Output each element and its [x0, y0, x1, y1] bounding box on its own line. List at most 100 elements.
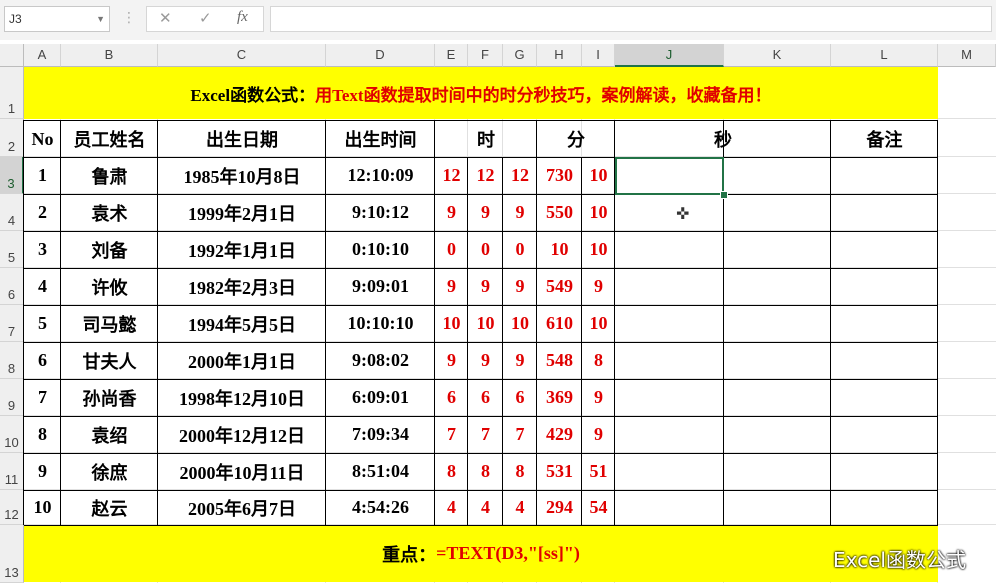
table-cell-k[interactable] — [724, 416, 831, 453]
table-cell-h[interactable]: 10 — [537, 231, 582, 268]
table-cell-j[interactable] — [615, 305, 724, 342]
table-cell-no[interactable]: 8 — [24, 416, 61, 453]
table-cell-i[interactable]: 8 — [582, 342, 615, 379]
column-header-c[interactable]: C — [158, 44, 326, 67]
table-cell-l[interactable] — [831, 157, 938, 194]
row-header-4[interactable]: 4 — [0, 194, 24, 231]
table-cell-f[interactable]: 6 — [468, 379, 503, 416]
column-header-m[interactable]: M — [938, 44, 996, 67]
table-cell-i[interactable]: 10 — [582, 231, 615, 268]
table-cell-e[interactable]: 9 — [435, 194, 468, 231]
table-cell-j[interactable] — [615, 490, 724, 525]
table-cell-name[interactable]: 刘备 — [61, 231, 158, 268]
table-cell-f[interactable]: 9 — [468, 268, 503, 305]
table-cell-l[interactable] — [831, 194, 938, 231]
table-cell-name[interactable]: 袁绍 — [61, 416, 158, 453]
table-cell-k[interactable] — [724, 268, 831, 305]
column-header-e[interactable]: E — [435, 44, 468, 67]
table-cell-i[interactable]: 54 — [582, 490, 615, 525]
table-cell-l[interactable] — [831, 268, 938, 305]
header-no[interactable]: No — [24, 121, 61, 157]
table-cell-h[interactable]: 610 — [537, 305, 582, 342]
table-cell-h[interactable]: 531 — [537, 453, 582, 490]
table-cell-i[interactable]: 9 — [582, 416, 615, 453]
table-cell-no[interactable]: 2 — [24, 194, 61, 231]
table-cell-f[interactable]: 9 — [468, 194, 503, 231]
header-birth-date[interactable]: 出生日期 — [158, 121, 326, 157]
table-cell-i[interactable]: 10 — [582, 194, 615, 231]
table-cell-i[interactable]: 10 — [582, 157, 615, 194]
table-cell-name[interactable]: 鲁肃 — [61, 157, 158, 194]
table-cell-no[interactable]: 3 — [24, 231, 61, 268]
row-header-3[interactable]: 3 — [0, 157, 24, 194]
table-cell-e[interactable]: 10 — [435, 305, 468, 342]
row-header-8[interactable]: 8 — [0, 342, 24, 379]
table-cell-time[interactable]: 9:10:12 — [326, 194, 435, 231]
column-header-k[interactable]: K — [724, 44, 831, 67]
table-cell-h[interactable]: 294 — [537, 490, 582, 525]
table-cell-time[interactable]: 10:10:10 — [326, 305, 435, 342]
table-cell-g[interactable]: 4 — [503, 490, 537, 525]
table-cell-l[interactable] — [831, 231, 938, 268]
row-header-5[interactable]: 5 — [0, 231, 24, 268]
fill-handle[interactable] — [720, 191, 728, 199]
table-cell-name[interactable]: 甘夫人 — [61, 342, 158, 379]
table-cell-date[interactable]: 1994年5月5日 — [158, 305, 326, 342]
row-header-6[interactable]: 6 — [0, 268, 24, 305]
table-cell-no[interactable]: 9 — [24, 453, 61, 490]
row-header-9[interactable]: 9 — [0, 379, 24, 416]
table-cell-date[interactable]: 2000年12月12日 — [158, 416, 326, 453]
table-cell-time[interactable]: 6:09:01 — [326, 379, 435, 416]
table-cell-l[interactable] — [831, 379, 938, 416]
table-cell-no[interactable]: 10 — [24, 490, 61, 525]
table-cell-date[interactable]: 1985年10月8日 — [158, 157, 326, 194]
table-cell-h[interactable]: 550 — [537, 194, 582, 231]
table-cell-k[interactable] — [724, 490, 831, 525]
column-header-j[interactable]: J — [615, 44, 724, 67]
table-cell-name[interactable]: 徐庶 — [61, 453, 158, 490]
table-cell-name[interactable]: 司马懿 — [61, 305, 158, 342]
table-cell-g[interactable]: 8 — [503, 453, 537, 490]
table-cell-h[interactable]: 548 — [537, 342, 582, 379]
table-cell-k[interactable] — [724, 379, 831, 416]
table-cell-e[interactable]: 4 — [435, 490, 468, 525]
active-cell-j3[interactable] — [615, 157, 724, 195]
table-cell-i[interactable]: 51 — [582, 453, 615, 490]
table-cell-h[interactable]: 429 — [537, 416, 582, 453]
table-cell-k[interactable] — [724, 231, 831, 268]
column-header-l[interactable]: L — [831, 44, 938, 67]
table-cell-g[interactable]: 9 — [503, 342, 537, 379]
table-cell-time[interactable]: 9:09:01 — [326, 268, 435, 305]
table-cell-g[interactable]: 7 — [503, 416, 537, 453]
table-cell-h[interactable]: 730 — [537, 157, 582, 194]
header-note[interactable]: 备注 — [831, 121, 938, 157]
table-cell-g[interactable]: 6 — [503, 379, 537, 416]
header-hour[interactable]: 时 — [435, 121, 537, 157]
table-cell-e[interactable]: 0 — [435, 231, 468, 268]
table-cell-g[interactable]: 10 — [503, 305, 537, 342]
table-cell-name[interactable]: 孙尚香 — [61, 379, 158, 416]
table-cell-date[interactable]: 1998年12月10日 — [158, 379, 326, 416]
table-cell-f[interactable]: 12 — [468, 157, 503, 194]
row-header-1[interactable]: 1 — [0, 67, 24, 119]
table-cell-l[interactable] — [831, 342, 938, 379]
table-cell-l[interactable] — [831, 305, 938, 342]
table-cell-time[interactable]: 8:51:04 — [326, 453, 435, 490]
table-cell-date[interactable]: 1982年2月3日 — [158, 268, 326, 305]
table-cell-k[interactable] — [724, 157, 831, 194]
table-cell-no[interactable]: 6 — [24, 342, 61, 379]
fx-icon[interactable]: fx — [237, 9, 248, 26]
header-minute[interactable]: 分 — [537, 121, 615, 157]
table-cell-time[interactable]: 4:54:26 — [326, 490, 435, 525]
column-header-f[interactable]: F — [468, 44, 503, 67]
table-cell-j[interactable] — [615, 416, 724, 453]
table-cell-e[interactable]: 9 — [435, 342, 468, 379]
table-cell-i[interactable]: 9 — [582, 379, 615, 416]
table-cell-name[interactable]: 许攸 — [61, 268, 158, 305]
table-cell-g[interactable]: 9 — [503, 268, 537, 305]
table-cell-j[interactable] — [615, 453, 724, 490]
table-cell-j[interactable] — [615, 231, 724, 268]
table-cell-date[interactable]: 1999年2月1日 — [158, 194, 326, 231]
row-header-2[interactable]: 2 — [0, 119, 24, 157]
formula-input[interactable] — [270, 6, 992, 32]
